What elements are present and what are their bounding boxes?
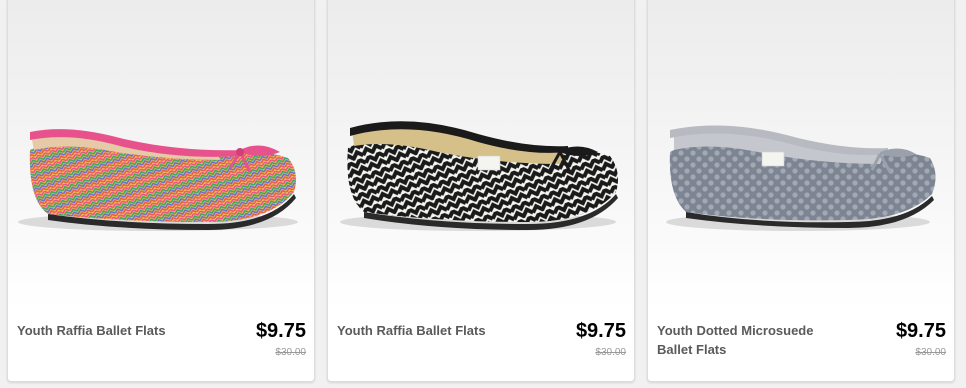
product-info: Youth Raffia Ballet Flats $9.75 $30.00: [8, 310, 314, 381]
sale-price: $9.75: [255, 320, 306, 342]
sale-price: $9.75: [895, 320, 946, 342]
sale-price: $9.75: [575, 320, 626, 342]
product-image[interactable]: [648, 0, 954, 310]
product-info: Youth Raffia Ballet Flats $9.75 $30.00: [328, 310, 634, 381]
product-name[interactable]: Youth Raffia Ballet Flats: [17, 321, 192, 340]
product-card[interactable]: Youth Raffia Ballet Flats $9.75 $30.00: [327, 0, 635, 382]
original-price: $30.00: [275, 347, 306, 358]
product-info: Youth Dotted Microsuede Ballet Flats $9.…: [648, 310, 954, 381]
original-price: $30.00: [595, 347, 626, 358]
product-name[interactable]: Youth Raffia Ballet Flats: [337, 321, 512, 340]
product-image[interactable]: [328, 0, 634, 310]
original-price: $30.00: [915, 347, 946, 358]
product-image[interactable]: [8, 0, 314, 310]
product-card[interactable]: Youth Raffia Ballet Flats $9.75 $30.00: [7, 0, 315, 382]
product-card[interactable]: Youth Dotted Microsuede Ballet Flats $9.…: [647, 0, 955, 382]
product-name[interactable]: Youth Dotted Microsuede Ballet Flats: [657, 321, 832, 359]
